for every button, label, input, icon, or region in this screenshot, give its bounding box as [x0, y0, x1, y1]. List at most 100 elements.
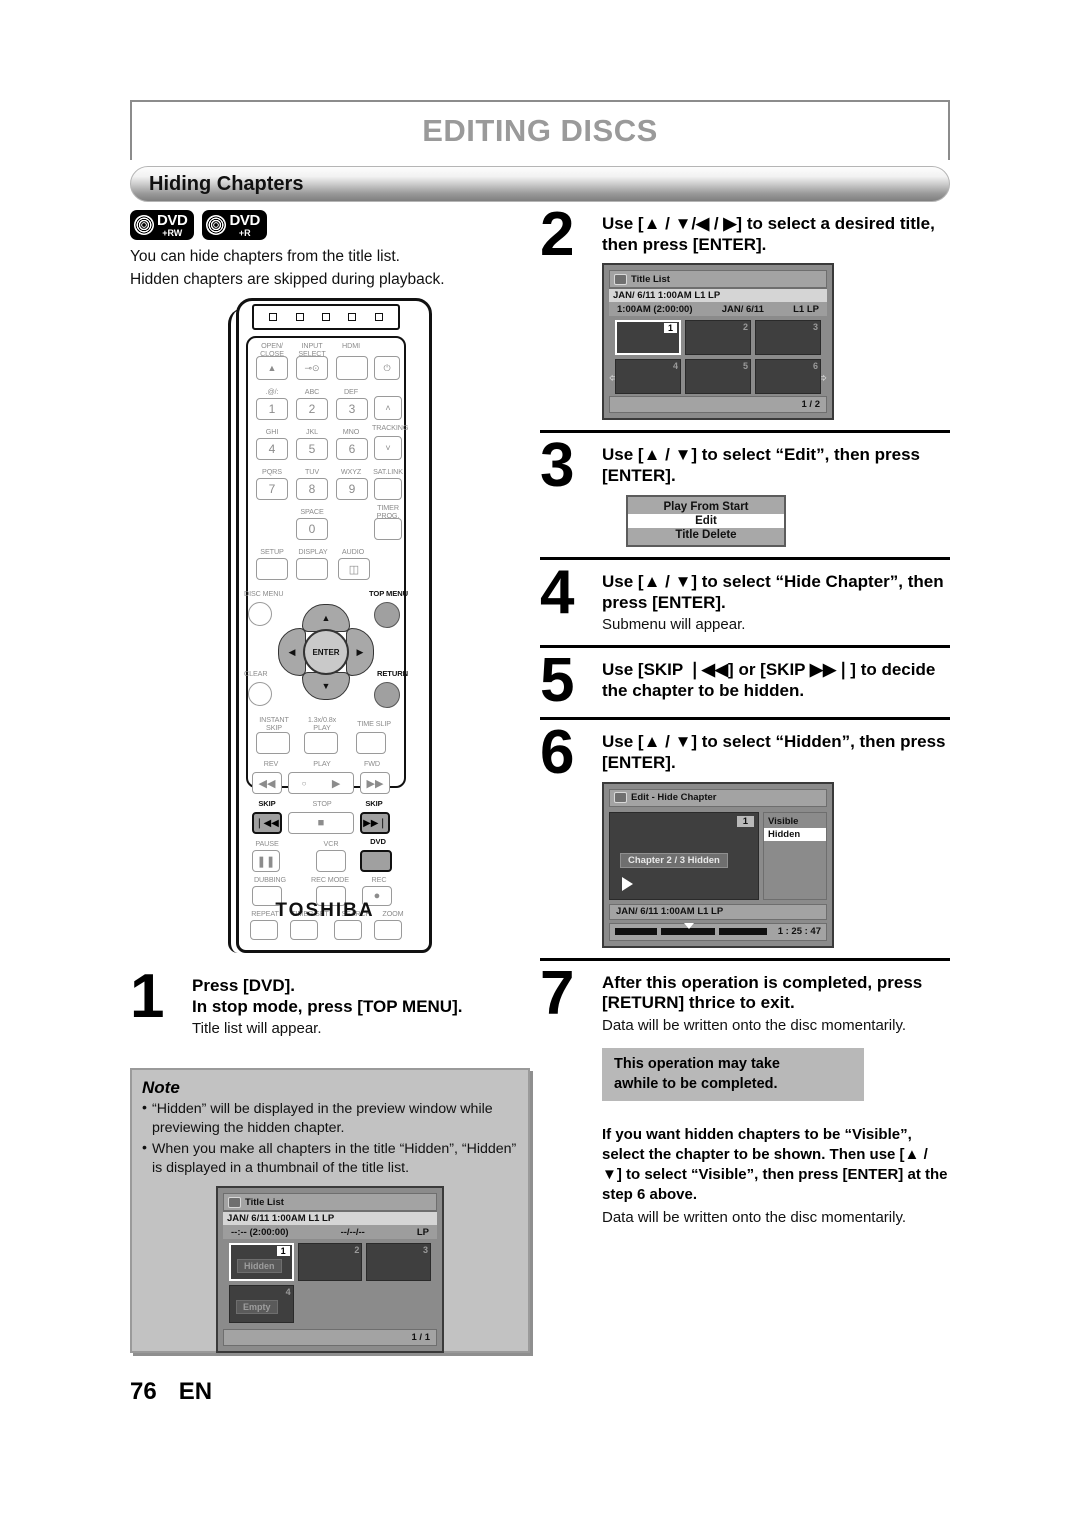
audio-button[interactable]: ◫ — [338, 558, 370, 580]
return-button[interactable] — [374, 682, 400, 708]
page-language: EN — [178, 1378, 213, 1405]
label-dubbing: DUBBING — [253, 875, 287, 884]
enter-button[interactable]: ENTER — [303, 629, 349, 675]
dvd-button[interactable] — [360, 850, 392, 872]
chapter-progress-bar[interactable]: 1 : 25 : 47 — [609, 922, 827, 941]
thumbnail-item[interactable]: 3 — [366, 1243, 431, 1282]
visible-restore-note: If you want hidden chapters to be “Visib… — [602, 1125, 950, 1228]
key-5-button[interactable]: 5 — [296, 438, 328, 460]
disc-menu-button[interactable] — [248, 602, 272, 626]
label-play: PLAY — [313, 759, 331, 768]
menu-item-title-delete[interactable]: Title Delete — [628, 528, 784, 542]
label-return: RETURN — [376, 669, 408, 678]
step-divider — [540, 645, 950, 649]
option-hidden[interactable]: Hidden — [764, 827, 826, 841]
pause-button[interactable]: ❚❚ — [252, 850, 280, 872]
step-2: 2 Use [▲ / ▼/◀ / ▶] to select a desired … — [540, 203, 950, 421]
note-box: Note • “Hidden” will be displayed in the… — [130, 1068, 530, 1354]
thumbnail-number: 3 — [812, 322, 818, 333]
osd-info-row-b: --:-- (2:00:00) --/--/-- LP — [223, 1225, 437, 1240]
option-visible[interactable]: Visible — [764, 815, 826, 828]
stop-button[interactable]: ■ — [288, 812, 354, 834]
key-9-button[interactable]: 9 — [336, 478, 368, 500]
power-button[interactable]: ⏻ — [374, 356, 400, 380]
speed-play-button[interactable] — [304, 732, 338, 754]
thumbnail-item[interactable]: 1 — [615, 320, 681, 356]
thumbnail-item[interactable]: 1 Hidden — [229, 1243, 294, 1282]
thumbnail-item[interactable]: 3 — [755, 320, 821, 356]
tracking-down-button[interactable]: ˅ — [374, 436, 402, 460]
tracking-up-button[interactable]: ˄ — [374, 396, 402, 420]
menu-item-play-from-start[interactable]: Play From Start — [628, 500, 784, 514]
key-6-button[interactable]: 6 — [336, 438, 368, 460]
osd-row-b-mid: JAN/ 6/11 — [721, 303, 764, 315]
thumbnail-item[interactable]: 2 — [685, 320, 751, 356]
thumbnail-item[interactable]: 2 — [297, 1243, 363, 1282]
thumbnail-item[interactable]: 4 Empty — [229, 1285, 294, 1324]
play-button[interactable]: ○ ▶ — [288, 772, 354, 794]
thumbnail-item[interactable]: 4 — [615, 359, 681, 395]
time-slip-button[interactable] — [356, 732, 386, 754]
key-7-button[interactable]: 7 — [256, 478, 288, 500]
repeat-button[interactable] — [250, 920, 278, 940]
label-rev: REV — [263, 759, 279, 768]
step-subtext: Title list will appear. — [192, 1020, 322, 1038]
dvd-plus-r-badge: DVD +R — [202, 210, 267, 240]
label-stop: STOP — [312, 799, 332, 808]
input-select-button[interactable]: ⊸⊙ — [296, 356, 328, 380]
step-number: 1 — [130, 962, 164, 1031]
hdmi-button[interactable] — [336, 356, 368, 380]
osd-title-text: Title List — [631, 273, 670, 285]
thumbnail-number: 6 — [812, 361, 818, 372]
skip-back-button[interactable]: ❘◀◀ — [252, 812, 282, 834]
step-6: 6 Use [▲ / ▼] to select “Hidden”, then p… — [540, 722, 950, 948]
rewind-button[interactable]: ◀◀ — [252, 772, 282, 794]
key-8-button[interactable]: 8 — [296, 478, 328, 500]
instant-skip-button[interactable] — [256, 732, 290, 754]
key-0-button[interactable]: 0 — [296, 518, 328, 540]
key-4-button[interactable]: 4 — [256, 438, 288, 460]
title-list-screen: Title List JAN/ 6/11 1:00AM L1 LP 1:00AM… — [602, 263, 834, 421]
clear-button[interactable] — [248, 682, 272, 706]
key-2-button[interactable]: 2 — [296, 398, 328, 420]
label-dvd: DVD — [370, 837, 386, 846]
label-key7-alpha: PQRS — [262, 467, 282, 476]
directional-pad: ▲ ▼ ◀ ▶ ENTER — [278, 604, 374, 700]
top-menu-button[interactable] — [374, 602, 400, 628]
step-7: 7 After this operation is completed, pre… — [540, 962, 950, 1036]
ir-dot — [269, 313, 278, 321]
step-5: 5 Use [SKIP ❘◀◀] or [SKIP ▶▶❘] to decide… — [540, 650, 950, 712]
dpad-down-button[interactable]: ▼ — [302, 672, 350, 700]
osd-row-b-mid: --/--/-- — [340, 1226, 365, 1238]
dpad-left-button[interactable]: ◀ — [278, 628, 306, 676]
key-1-button[interactable]: 1 — [256, 398, 288, 420]
label-setup: SETUP — [260, 547, 284, 556]
thumbnail-number: 2 — [354, 1245, 360, 1256]
timer-set-button[interactable] — [290, 920, 318, 940]
key-3-button[interactable]: 3 — [336, 398, 368, 420]
step-title: Use [SKIP ❘◀◀] or [SKIP ▶▶❘] to decide t… — [602, 660, 936, 701]
page-title: EDITING DISCS — [422, 113, 658, 148]
note-item: • When you make all chapters in the titl… — [142, 1140, 518, 1178]
timer-prog-button[interactable] — [374, 518, 402, 540]
fast-forward-button[interactable]: ▶▶ — [360, 772, 390, 794]
label-key9-alpha: WXYZ — [340, 467, 362, 476]
setup-button[interactable] — [256, 558, 288, 580]
skip-forward-button[interactable]: ▶▶❘ — [360, 812, 390, 834]
thumbnail-item[interactable]: 6 — [755, 359, 821, 395]
dpad-right-button[interactable]: ▶ — [346, 628, 374, 676]
ir-dot — [321, 313, 330, 321]
vcr-button[interactable] — [316, 850, 346, 872]
open-close-button[interactable]: ▲ — [256, 356, 288, 380]
dpad-up-button[interactable]: ▲ — [302, 604, 350, 632]
label-key3-alpha: DEF — [343, 387, 359, 396]
label-skip-back: SKIP — [258, 799, 276, 808]
sat-link-button[interactable] — [374, 478, 402, 500]
search-button[interactable] — [334, 920, 362, 940]
section-header-bar: Hiding Chapters — [130, 166, 950, 202]
menu-item-edit[interactable]: Edit — [628, 513, 784, 528]
thumbnail-item[interactable]: 5 — [685, 359, 751, 395]
zoom-button[interactable] — [374, 920, 402, 940]
display-button[interactable] — [296, 558, 328, 580]
label-audio: AUDIO — [341, 547, 365, 556]
